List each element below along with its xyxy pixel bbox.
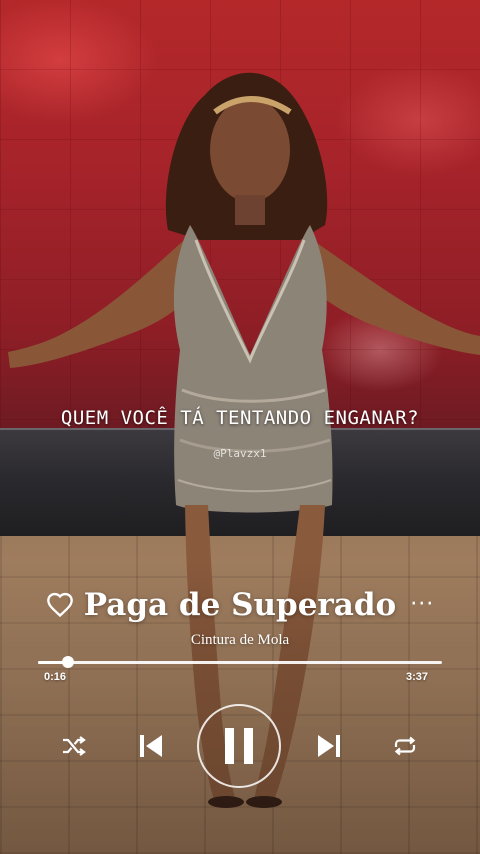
previous-track-button[interactable] bbox=[134, 729, 168, 763]
shuffle-icon bbox=[63, 736, 86, 756]
pause-icon bbox=[225, 728, 253, 764]
skip-previous-icon bbox=[140, 735, 162, 757]
music-player-screen: QUEM VOCÊ TÁ TENTANDO ENGANAR? @Plavzx1 … bbox=[0, 0, 480, 854]
lyric-caption: QUEM VOCÊ TÁ TENTANDO ENGANAR? bbox=[60, 407, 420, 429]
playback-controls bbox=[0, 700, 480, 792]
play-pause-button[interactable] bbox=[197, 704, 281, 788]
elapsed-time: 0:16 bbox=[44, 671, 67, 683]
skip-next-icon bbox=[318, 735, 340, 757]
repeat-icon bbox=[394, 736, 416, 756]
repeat-button[interactable] bbox=[389, 732, 421, 760]
next-track-button[interactable] bbox=[312, 729, 346, 763]
shuffle-button[interactable] bbox=[58, 732, 90, 760]
artist-name[interactable]: Cintura de Mola bbox=[0, 632, 480, 649]
progress-scrubber-handle[interactable] bbox=[61, 656, 74, 668]
heart-outline-icon[interactable] bbox=[46, 592, 74, 618]
progress-bar[interactable] bbox=[38, 656, 442, 668]
total-time: 3:37 bbox=[405, 671, 428, 683]
creator-handle: @Plavzx1 bbox=[213, 447, 267, 460]
title-row: Paga de Superado ··· bbox=[0, 583, 480, 627]
more-horizontal-icon[interactable]: ··· bbox=[410, 594, 434, 616]
song-title: Paga de Superado bbox=[83, 587, 397, 623]
